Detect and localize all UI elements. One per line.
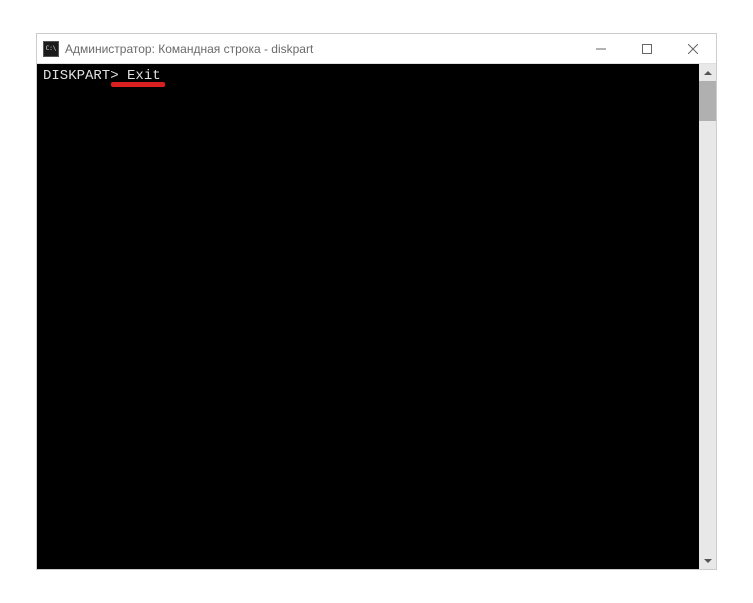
titlebar[interactable]: C:\ Администратор: Командная строка - di… bbox=[37, 34, 716, 64]
scroll-down-button[interactable] bbox=[699, 552, 716, 569]
scroll-thumb[interactable] bbox=[699, 81, 716, 121]
vertical-scrollbar[interactable] bbox=[699, 64, 716, 569]
app-icon: C:\ bbox=[43, 41, 59, 57]
window-title: Администратор: Командная строка - diskpa… bbox=[65, 42, 578, 56]
cmd-icon: C:\ bbox=[46, 46, 57, 52]
red-underline-annotation bbox=[111, 82, 165, 87]
close-icon bbox=[688, 44, 698, 54]
close-button[interactable] bbox=[670, 34, 716, 63]
window-controls bbox=[578, 34, 716, 63]
scroll-up-button[interactable] bbox=[699, 64, 716, 81]
minimize-icon bbox=[596, 44, 606, 54]
chevron-down-icon bbox=[704, 559, 712, 563]
minimize-button[interactable] bbox=[578, 34, 624, 63]
maximize-button[interactable] bbox=[624, 34, 670, 63]
maximize-icon bbox=[642, 44, 652, 54]
terminal-area: DISKPART> Exit bbox=[37, 64, 716, 569]
chevron-up-icon bbox=[704, 71, 712, 75]
command-prompt-window: C:\ Администратор: Командная строка - di… bbox=[36, 33, 717, 570]
terminal-content[interactable]: DISKPART> Exit bbox=[37, 64, 699, 569]
prompt-prefix: DISKPART> bbox=[43, 68, 119, 84]
